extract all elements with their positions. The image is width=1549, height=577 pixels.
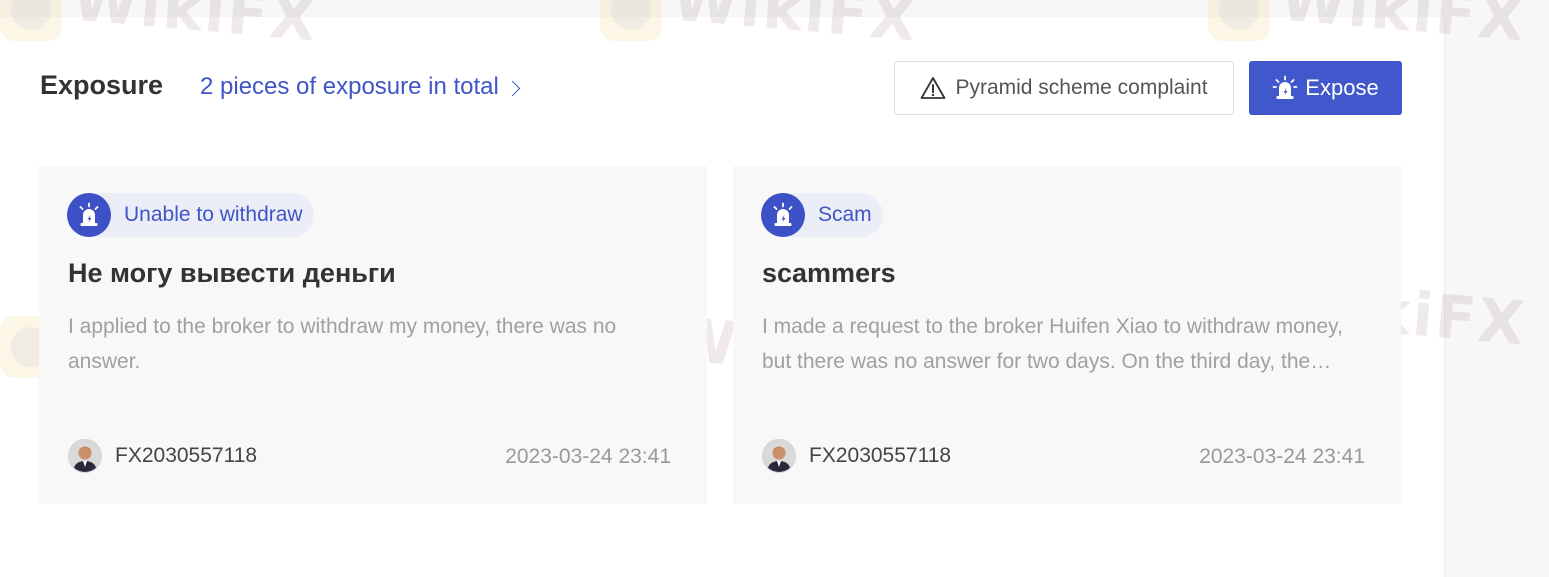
expose-label: Expose [1305, 75, 1379, 100]
alarm-siren-icon [67, 193, 111, 237]
watermark-text: WikiFX [669, 0, 922, 56]
exposure-card[interactable]: Unable to withdraw Не могу вывести деньг… [39, 166, 707, 504]
warning-triangle-icon [921, 77, 946, 99]
watermark: WikiFX [0, 0, 321, 56]
exposure-header: Exposure 2 pieces of exposure in total P… [40, 60, 1402, 116]
watermark-logo-icon [0, 0, 62, 41]
expose-button[interactable]: Expose [1249, 61, 1402, 115]
watermark-text: WikiFX [1277, 0, 1530, 56]
card-author[interactable]: FX2030557118 [762, 439, 951, 473]
card-title[interactable]: Не могу вывести деньги [68, 258, 396, 289]
card-description: I applied to the broker to withdraw my m… [68, 315, 617, 373]
watermark-text: WikiFX [69, 0, 322, 56]
post-date: 2023-03-24 23:41 [505, 445, 671, 468]
card-description: I made a request to the broker Huifen Xi… [762, 315, 1343, 373]
category-tag-label: Unable to withdraw [124, 203, 303, 226]
watermark: WikiFX [1208, 0, 1529, 56]
alarm-siren-icon [761, 193, 805, 237]
avatar [762, 439, 796, 473]
section-title: Exposure [40, 70, 164, 100]
total-exposure-link[interactable]: 2 pieces of exposure in total [200, 73, 521, 101]
chevron-right-icon [504, 80, 521, 96]
exposure-card[interactable]: Scam scammers I made a request to the br… [733, 166, 1401, 504]
card-author[interactable]: FX2030557118 [68, 439, 257, 473]
card-title[interactable]: scammers [762, 258, 896, 289]
category-tag: Unable to withdraw [67, 193, 314, 237]
watermark: WikiFX [600, 0, 921, 56]
pyramid-complaint-button[interactable]: Pyramid scheme complaint [894, 61, 1234, 115]
category-tag-label: Scam [818, 203, 872, 226]
author-name: FX2030557118 [115, 444, 258, 467]
avatar [68, 439, 102, 473]
watermark-logo-icon [1208, 0, 1270, 41]
pyramid-complaint-label: Pyramid scheme complaint [955, 76, 1208, 99]
watermark-logo-icon [600, 0, 662, 41]
category-tag: Scam [761, 193, 883, 237]
post-date: 2023-03-24 23:41 [1199, 445, 1365, 468]
author-name: FX2030557118 [809, 444, 952, 467]
alarm-siren-icon [1272, 75, 1298, 99]
total-exposure-label: 2 pieces of exposure in total [200, 73, 499, 100]
